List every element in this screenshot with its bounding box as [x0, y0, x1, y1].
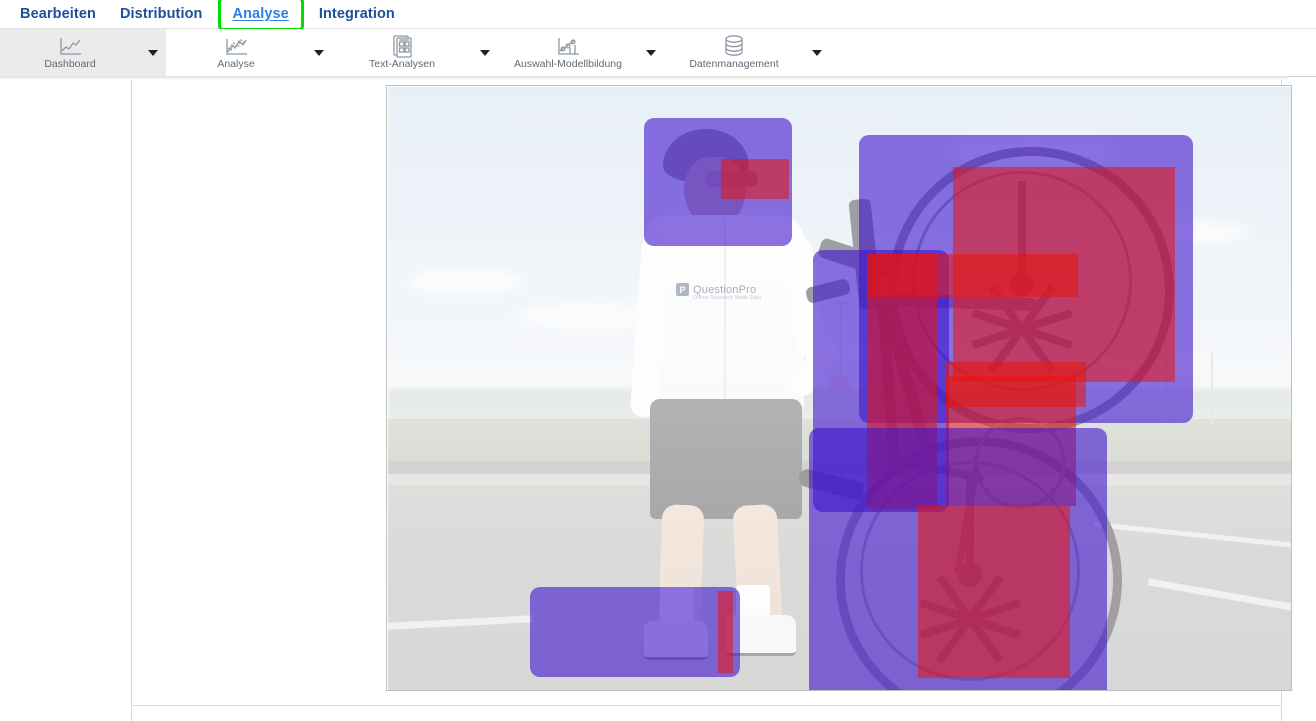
- questionpro-mark: P: [676, 283, 689, 296]
- content-area: P QuestionPro Online Research Made Easy: [0, 80, 1316, 721]
- ribbon-item-text-analysen[interactable]: Text-Analysen: [332, 29, 498, 76]
- front-hub: [1010, 273, 1034, 297]
- ribbon-toolbar: Dashboard Analyse Text-Analysen Auswahl-Mod…: [0, 29, 1316, 77]
- ribbon-item-label: Datenmanagement: [689, 59, 778, 70]
- questionpro-watermark: P QuestionPro Online Research Made Easy: [676, 283, 756, 296]
- ribbon-item-button[interactable]: Datenmanagement: [664, 29, 804, 76]
- nav-link-distribution[interactable]: Distribution: [108, 0, 215, 28]
- questionpro-wordmark: QuestionPro: [693, 284, 756, 296]
- ribbon-item-datenmanagement[interactable]: Datenmanagement: [664, 29, 830, 76]
- ribbon-item-label: Dashboard: [44, 59, 95, 70]
- database-cylinder-icon: [721, 36, 747, 58]
- panel-divider: [131, 705, 1282, 706]
- chevron-down-icon[interactable]: [140, 29, 166, 76]
- chevron-down-icon[interactable]: [472, 29, 498, 76]
- shorts: [650, 399, 802, 519]
- nav-item-wrapper-bearbeiten: Bearbeiten: [8, 0, 108, 28]
- multi-line-chart-icon: [223, 36, 249, 58]
- pole: [1211, 353, 1213, 425]
- pole: [1165, 341, 1167, 426]
- nav-link-integration[interactable]: Integration: [307, 0, 407, 28]
- chainring: [974, 417, 1066, 509]
- nav-item-wrapper-analyse: Analyse: [221, 0, 301, 28]
- spoke: [1018, 181, 1026, 285]
- chevron-down-icon[interactable]: [306, 29, 332, 76]
- ribbon-item-button[interactable]: Analyse: [166, 29, 306, 76]
- questionpro-tagline: Online Research Made Easy: [693, 295, 762, 301]
- line-chart-icon: [57, 36, 83, 58]
- right-shoe: [726, 615, 796, 656]
- ribbon-item-button[interactable]: Auswahl-Modellbildung: [498, 29, 638, 76]
- nav-link-bearbeiten[interactable]: Bearbeiten: [8, 0, 108, 28]
- nav-item-wrapper-integration: Integration: [307, 0, 407, 28]
- nav-link-analyse[interactable]: Analyse: [221, 0, 301, 28]
- ribbon-item-label: Analyse: [217, 59, 254, 70]
- media-frame[interactable]: P QuestionPro Online Research Made Easy: [386, 85, 1292, 691]
- ribbon-item-label: Text-Analysen: [369, 59, 435, 70]
- ribbon-item-button[interactable]: Dashboard: [0, 29, 140, 76]
- media-image[interactable]: P QuestionPro Online Research Made Easy: [388, 87, 1292, 691]
- top-navigation-bar: BearbeitenDistributionAnalyseIntegration: [0, 0, 1316, 29]
- top-navigation-list: BearbeitenDistributionAnalyseIntegration: [0, 0, 1316, 28]
- ribbon-item-button[interactable]: Text-Analysen: [332, 29, 472, 76]
- report-panel: P QuestionPro Online Research Made Easy: [131, 80, 1282, 721]
- jersey-zipper: [724, 219, 726, 414]
- document-pages-icon: [389, 36, 415, 58]
- scatter-regression-icon: [555, 36, 581, 58]
- ribbon-item-label: Auswahl-Modellbildung: [514, 59, 622, 70]
- nav-item-wrapper-distribution: Distribution: [108, 0, 215, 28]
- sunglasses: [706, 171, 758, 187]
- left-shoe: [644, 621, 708, 660]
- hand: [828, 375, 850, 395]
- chevron-down-icon[interactable]: [804, 29, 830, 76]
- light-pole-arm: [833, 302, 849, 304]
- ribbon-item-analyse[interactable]: Analyse: [166, 29, 332, 76]
- ribbon-item-dashboard[interactable]: Dashboard: [0, 29, 166, 76]
- chevron-down-icon[interactable]: [638, 29, 664, 76]
- ribbon-item-auswahl-modellbildung[interactable]: Auswahl-Modellbildung: [498, 29, 664, 76]
